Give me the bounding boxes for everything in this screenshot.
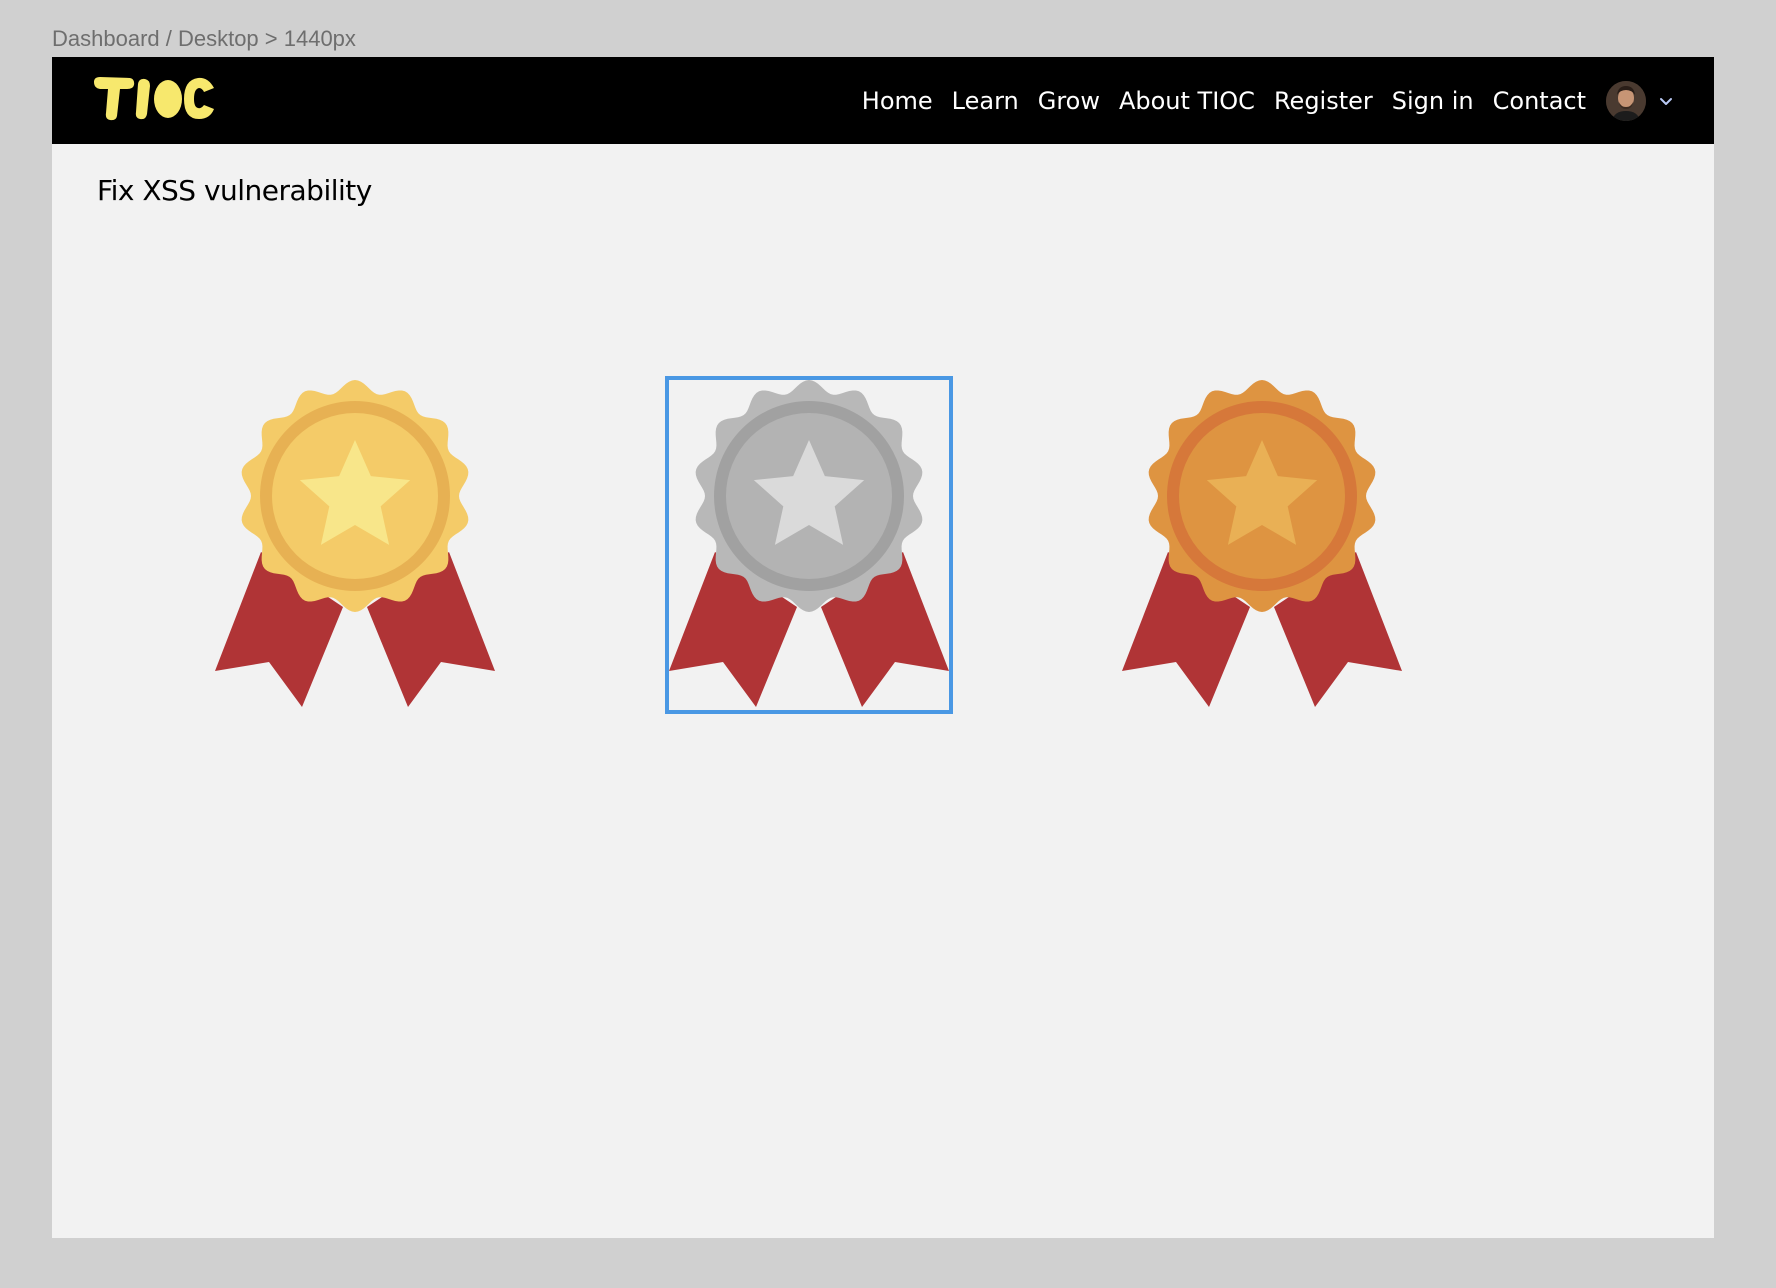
nav-learn[interactable]: Learn <box>952 87 1019 115</box>
navbar: Home Learn Grow About TIOC Register Sign… <box>52 57 1714 144</box>
tioc-logo[interactable] <box>92 76 216 122</box>
nav-sign-in[interactable]: Sign in <box>1392 87 1474 115</box>
nav-grow[interactable]: Grow <box>1038 87 1100 115</box>
main-nav: Home Learn Grow About TIOC Register Sign… <box>862 57 1674 144</box>
user-avatar[interactable] <box>1606 80 1646 121</box>
nav-register[interactable]: Register <box>1274 87 1373 115</box>
nav-contact[interactable]: Contact <box>1493 87 1586 115</box>
nav-home[interactable]: Home <box>862 87 933 115</box>
bronze-medal[interactable] <box>1122 380 1402 710</box>
silver-medal[interactable] <box>665 376 953 714</box>
page-title: Fix XSS vulnerability <box>97 174 372 207</box>
chevron-down-icon[interactable] <box>1658 93 1674 109</box>
breadcrumb: Dashboard / Desktop > 1440px <box>52 26 356 51</box>
desktop-frame: Home Learn Grow About TIOC Register Sign… <box>52 57 1714 1238</box>
gold-medal[interactable] <box>215 380 495 710</box>
nav-about[interactable]: About TIOC <box>1119 87 1255 115</box>
